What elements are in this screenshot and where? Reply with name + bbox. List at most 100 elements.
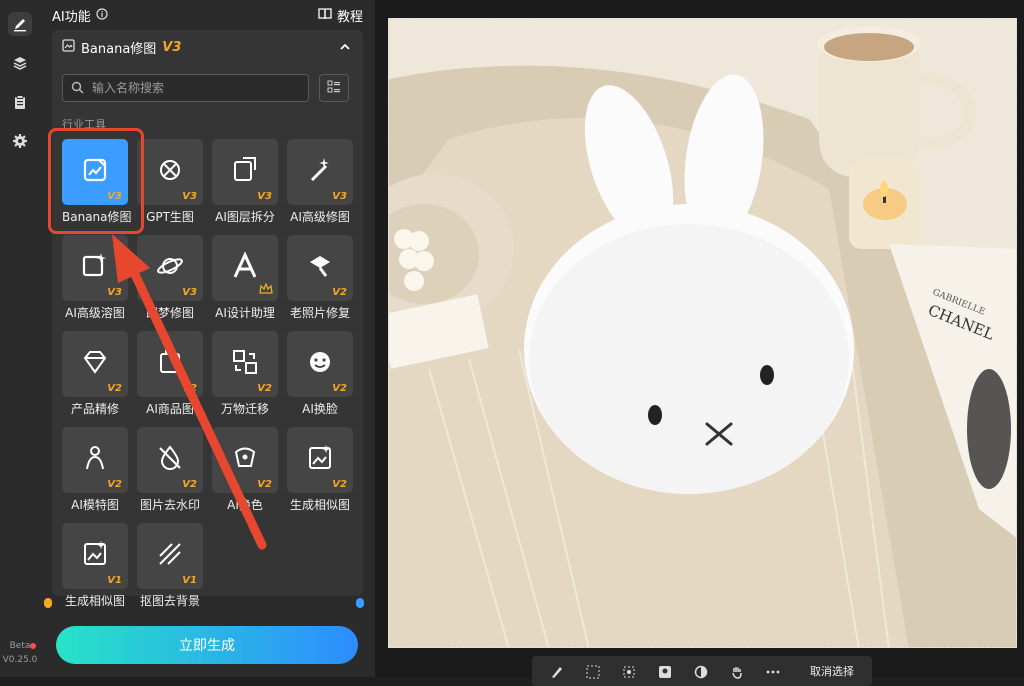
tool-item[interactable]: AI设计助理: [212, 235, 278, 321]
tool-item[interactable]: V2 万物迁移: [212, 331, 278, 417]
lasso-select-icon[interactable]: [622, 664, 636, 678]
tool-label: AI高级修图: [290, 210, 350, 224]
version-badge: V2: [332, 479, 347, 490]
tool-label: 老照片修复: [289, 306, 350, 320]
subject-select-icon[interactable]: [658, 664, 672, 678]
tool-item[interactable]: V2 图片去水印: [137, 427, 203, 513]
tool-tile[interactable]: V3: [137, 139, 203, 205]
tool-tile[interactable]: V2: [62, 427, 128, 493]
tool-item[interactable]: V2 AI模特图: [62, 427, 128, 513]
info-icon[interactable]: [96, 7, 108, 24]
tool-item[interactable]: V3 AI高级溶图: [62, 235, 128, 321]
tool-tile[interactable]: V2: [62, 331, 128, 397]
transfer-icon: [229, 346, 261, 382]
panel-header: AI功能: [52, 6, 108, 25]
tool-tile[interactable]: V1: [137, 523, 203, 589]
photo-repair-icon: [304, 250, 336, 286]
ai-tools-panel: AI功能 教程 Banana修图 V3 输入名称搜索 行业工具 V3 Banan…: [40, 0, 375, 677]
tool-label: GPT生图: [146, 210, 194, 224]
tool-item[interactable]: V1 生成相似图: [62, 523, 128, 609]
tool-label: 抠图去背景: [139, 594, 200, 608]
image-blend-icon: [79, 250, 111, 286]
collapse-handle-right[interactable]: [356, 598, 364, 608]
tool-item[interactable]: V3 AI图层拆分: [212, 139, 278, 225]
tool-item[interactable]: V2 AI换色: [212, 427, 278, 513]
face-swap-icon: [304, 346, 336, 382]
update-dot: [30, 643, 36, 649]
tool-item[interactable]: V3 AI高级修图: [287, 139, 353, 225]
tool-label: AI模特图: [71, 498, 119, 512]
tool-tile[interactable]: V2: [287, 331, 353, 397]
tool-tile[interactable]: V2: [212, 331, 278, 397]
tool-item[interactable]: V2 生成相似图: [287, 427, 353, 513]
version-badge: V2: [257, 479, 272, 490]
book-icon: [318, 7, 332, 24]
version-badge: V2: [332, 383, 347, 394]
version-badge: V3: [332, 191, 347, 202]
search-box[interactable]: [62, 74, 309, 102]
layers-icon[interactable]: [8, 51, 32, 75]
collapse-handle-left[interactable]: [44, 598, 52, 608]
hand-icon[interactable]: [730, 664, 744, 679]
tool-item[interactable]: V2 产品精修: [62, 331, 128, 417]
pen-tool-icon[interactable]: [8, 12, 32, 36]
tutorial-label: 教程: [336, 10, 363, 25]
tool-tile[interactable]: V1: [62, 523, 128, 589]
version-badge: V1: [182, 575, 197, 586]
view-toggle-button[interactable]: [319, 74, 349, 102]
tool-tile[interactable]: V3: [287, 139, 353, 205]
tool-tile[interactable]: V2: [212, 427, 278, 493]
version-badge: V2: [107, 479, 122, 490]
image-edit-icon: [62, 39, 75, 56]
tool-item[interactable]: V3 GPT生图: [137, 139, 203, 225]
tool-tile[interactable]: V2: [137, 331, 203, 397]
tool-tile[interactable]: V3: [212, 139, 278, 205]
version-badge: V3: [257, 191, 272, 202]
model-icon: [79, 442, 111, 478]
tool-label: AI换色: [227, 498, 263, 512]
tool-item[interactable]: V1 抠图去背景: [137, 523, 203, 609]
tool-label: 产品精修: [70, 402, 119, 416]
similar-image-icon: [304, 442, 336, 478]
brush-select-icon[interactable]: [550, 664, 564, 678]
invert-select-icon[interactable]: [694, 664, 708, 679]
list-view-icon: [327, 79, 341, 98]
tool-label: 图片去水印: [139, 498, 200, 512]
gear-icon[interactable]: [8, 129, 32, 153]
more-icon[interactable]: [766, 664, 780, 678]
tool-item[interactable]: V3 即梦修图: [137, 235, 203, 321]
gpt-icon: [154, 154, 186, 190]
tool-label: AI图层拆分: [215, 210, 275, 224]
tool-item[interactable]: V2 AI换脸: [287, 331, 353, 417]
version-badge: V1: [107, 575, 122, 586]
tool-item[interactable]: V2 AI商品图: [137, 331, 203, 417]
tool-tile[interactable]: V3: [137, 235, 203, 301]
version-badge: V2: [107, 383, 122, 394]
diamond-icon: [79, 346, 111, 382]
canvas-image[interactable]: GABRIELLE CHANEL: [388, 18, 1017, 648]
rect-select-icon[interactable]: [586, 664, 600, 679]
generate-button[interactable]: 立即生成: [56, 626, 358, 664]
tool-label: AI商品图: [146, 402, 194, 416]
search-input[interactable]: [90, 80, 294, 96]
tutorial-link[interactable]: 教程: [318, 6, 363, 25]
crown-icon: [259, 279, 273, 298]
chevron-up-icon[interactable]: [339, 38, 351, 57]
tool-label: 即梦修图: [145, 306, 194, 320]
section-header[interactable]: Banana修图 V3: [62, 38, 181, 57]
tool-tile[interactable]: [212, 235, 278, 301]
tool-tile[interactable]: V3: [62, 235, 128, 301]
section-version: V3: [162, 40, 182, 55]
highlight-box: [48, 128, 144, 234]
tool-item[interactable]: V2 老照片修复: [287, 235, 353, 321]
design-assistant-icon: [229, 250, 261, 286]
section-name: Banana修图: [81, 42, 157, 57]
version-badge: V3: [182, 287, 197, 298]
tool-tile[interactable]: V2: [287, 427, 353, 493]
tool-tile[interactable]: V2: [287, 235, 353, 301]
version-badge: V3: [107, 287, 122, 298]
tool-tile[interactable]: V2: [137, 427, 203, 493]
tool-label: AI高级溶图: [65, 306, 125, 320]
clipboard-icon[interactable]: [8, 90, 32, 114]
version-badge: V2: [182, 383, 197, 394]
